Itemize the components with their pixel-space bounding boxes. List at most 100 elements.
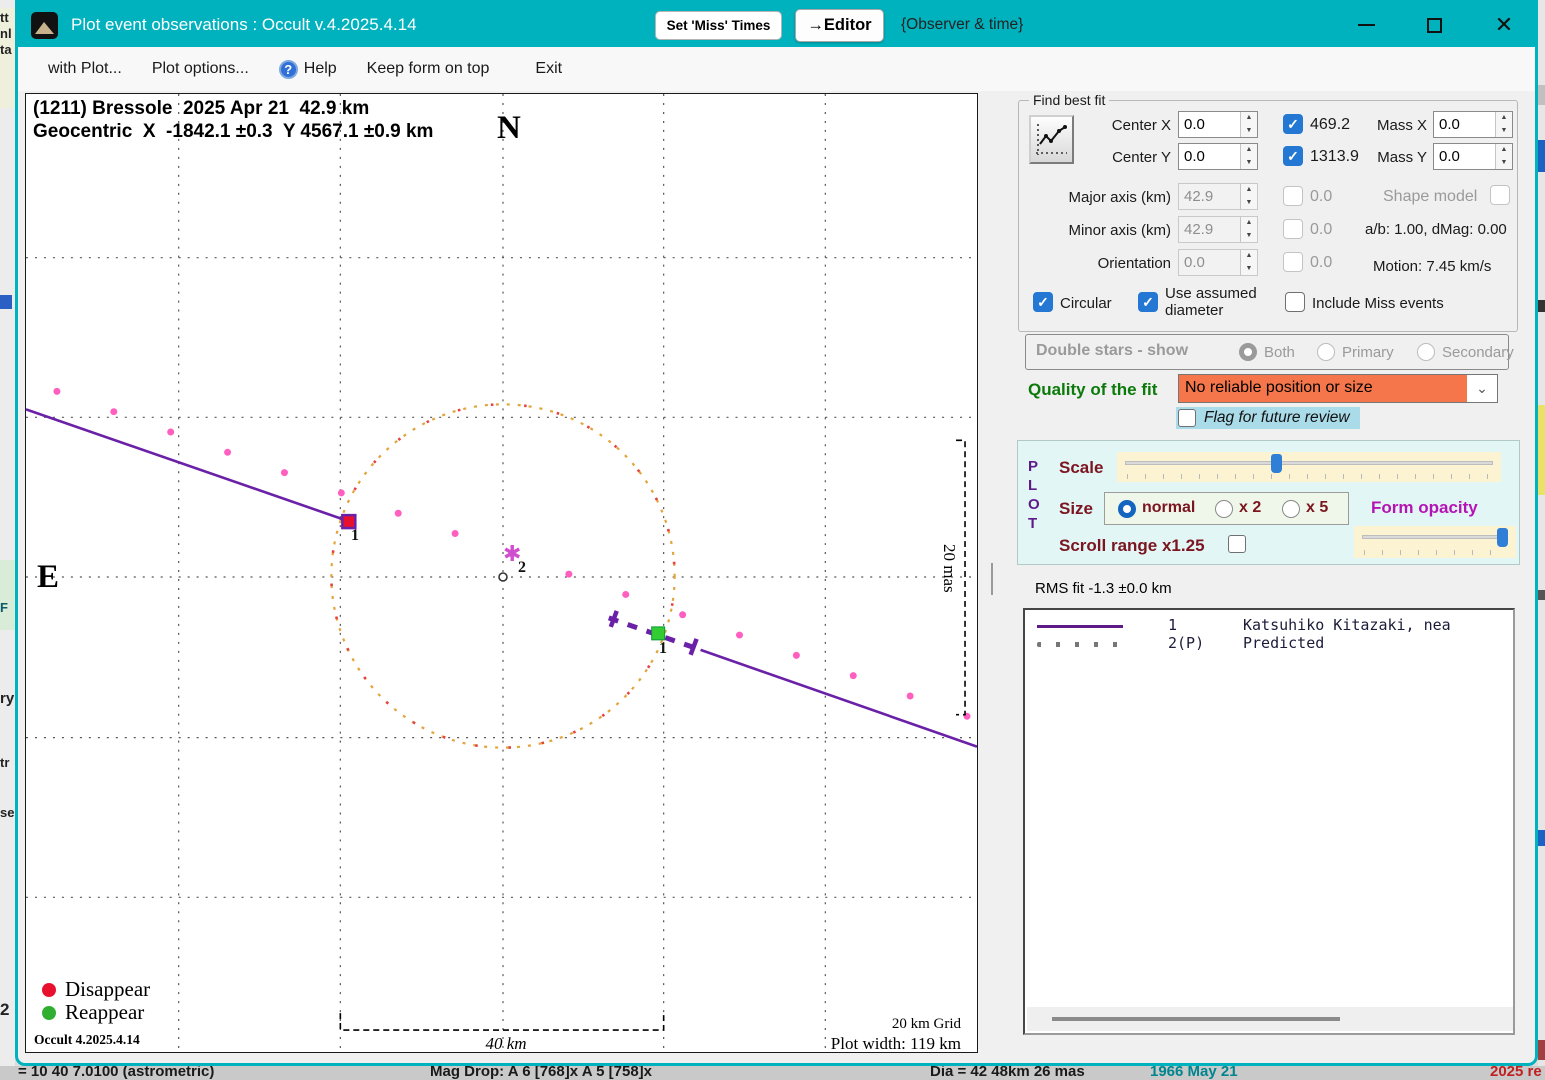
plot-width-label: Plot width: 119 km: [831, 1034, 961, 1054]
observation-number: 2(P): [1168, 634, 1204, 652]
center-x-value[interactable]: 0.0: [1179, 112, 1240, 137]
mass-y-input[interactable]: 0.0 ▲▼: [1433, 143, 1513, 170]
east-label: E: [37, 559, 59, 596]
minor-fit-value: 0.0: [1310, 221, 1332, 239]
center-x-label: Center X: [1081, 117, 1171, 134]
menu-help[interactable]: ? Help: [279, 60, 337, 79]
help-icon: ?: [279, 60, 298, 79]
minor-axis-value: 42.9: [1179, 217, 1240, 242]
circular-checkbox[interactable]: [1033, 292, 1053, 312]
center-y-spinner[interactable]: ▲▼: [1240, 144, 1257, 169]
menu-plot-options[interactable]: Plot options...: [152, 60, 249, 78]
scrollbar-thumb[interactable]: [1052, 1017, 1340, 1021]
disappear-dot-icon: [42, 983, 56, 997]
fit-y-value: 1313.9: [1310, 148, 1359, 166]
close-button[interactable]: ✕: [1481, 9, 1527, 41]
quality-dropdown[interactable]: No reliable position or size ⌄: [1178, 374, 1498, 403]
double-primary-radio[interactable]: [1317, 343, 1335, 361]
opacity-slider[interactable]: [1354, 526, 1516, 558]
size-normal-radio[interactable]: [1118, 500, 1136, 518]
scale-label: Scale: [1059, 458, 1103, 478]
bg-fragment: tr: [0, 755, 15, 770]
scroll-range-checkbox[interactable]: [1228, 535, 1246, 553]
grid-size-label: 20 km Grid: [892, 1016, 961, 1033]
mass-x-spinner[interactable]: ▲▼: [1495, 112, 1512, 137]
mass-x-input[interactable]: 0.0 ▲▼: [1433, 111, 1513, 138]
use-assumed-checkbox[interactable]: [1138, 292, 1158, 312]
scale-bar-label: 40 km: [446, 1034, 566, 1054]
mass-y-value[interactable]: 0.0: [1434, 144, 1495, 169]
bg-fragment: ta: [0, 42, 15, 57]
spin-up-icon[interactable]: ▲: [1496, 144, 1512, 157]
shape-model-label: Shape model: [1383, 188, 1477, 206]
scale-slider-thumb[interactable]: [1271, 454, 1282, 473]
center-y-value[interactable]: 0.0: [1179, 144, 1240, 169]
fit-x-checkbox[interactable]: [1283, 114, 1303, 134]
fit-y-checkbox[interactable]: [1283, 146, 1303, 166]
size-x2-radio[interactable]: [1215, 500, 1233, 518]
menu-exit[interactable]: Exit: [535, 60, 562, 78]
orientation-input: 0.0 ▲▼: [1178, 249, 1258, 276]
set-miss-times-button[interactable]: Set 'Miss' Times: [655, 11, 782, 40]
chevron-down-icon: ⌄: [1467, 375, 1497, 402]
horizontal-scrollbar[interactable]: [1027, 1007, 1513, 1031]
background-window-bottom: = 10 40 7.0100 (astrometric) Mag Drop: A…: [0, 1066, 1545, 1080]
plot-area[interactable]: (1211) Bressole 2025 Apr 21 42.9 km Geoc…: [25, 93, 978, 1053]
plot-controls-panel: P L O T Scale Size normal x 2 x 5 Form o…: [1017, 440, 1520, 565]
ab-dmag-label: a/b: 1.00, dMag: 0.00: [1365, 221, 1507, 238]
menu-with-plot[interactable]: with Plot...: [48, 60, 122, 78]
double-stars-group: Double stars - show Both Primary Seconda…: [1025, 334, 1509, 370]
minor-axis-input: 42.9 ▲▼: [1178, 216, 1258, 243]
spin-down-icon[interactable]: ▼: [1241, 157, 1257, 170]
major-axis-input: 42.9 ▲▼: [1178, 183, 1258, 210]
window-title: Plot event observations : Occult v.4.202…: [71, 15, 417, 35]
maximize-button[interactable]: [1411, 9, 1457, 41]
spin-up-icon[interactable]: ▲: [1496, 112, 1512, 125]
menu-keep-on-top[interactable]: Keep form on top: [367, 60, 490, 78]
double-stars-title: Double stars - show: [1036, 342, 1188, 360]
predicted-marker-label: 2: [518, 559, 526, 577]
opacity-slider-thumb[interactable]: [1497, 528, 1508, 547]
size-x2-label: x 2: [1239, 499, 1261, 517]
major-fit-checkbox[interactable]: [1283, 186, 1303, 206]
spin-up-icon[interactable]: ▲: [1241, 144, 1257, 157]
disappear-marker-label: 1: [351, 527, 359, 545]
size-x5-radio[interactable]: [1282, 500, 1300, 518]
spin-down-icon[interactable]: ▼: [1496, 157, 1512, 170]
north-label: N: [497, 110, 521, 147]
observation-row[interactable]: 1 Katsuhiko Kitazaki, nea: [1025, 616, 1513, 635]
include-miss-checkbox[interactable]: [1285, 292, 1305, 312]
splitter-handle[interactable]: [991, 563, 993, 595]
quality-value: No reliable position or size: [1179, 375, 1467, 402]
flag-review-checkbox[interactable]: [1178, 409, 1196, 427]
mass-x-value[interactable]: 0.0: [1434, 112, 1495, 137]
observations-list[interactable]: 1 Katsuhiko Kitazaki, nea 2(P) Predicted: [1023, 608, 1515, 1035]
center-x-input[interactable]: 0.0 ▲▼: [1178, 111, 1258, 138]
menu-bar: with Plot... Plot options... ? Help Keep…: [18, 47, 1535, 91]
occultation-chart: [26, 94, 977, 1052]
editor-button[interactable]: →Editor: [795, 9, 884, 42]
spin-down-icon[interactable]: ▼: [1241, 125, 1257, 138]
observation-row[interactable]: 2(P) Predicted: [1025, 634, 1513, 653]
minor-fit-checkbox[interactable]: [1283, 219, 1303, 239]
size-option-group: normal x 2 x 5: [1104, 492, 1349, 525]
shape-model-checkbox[interactable]: [1490, 185, 1510, 205]
double-secondary-radio[interactable]: [1417, 343, 1435, 361]
orientation-fit-checkbox[interactable]: [1283, 252, 1303, 272]
spin-up-icon[interactable]: ▲: [1241, 112, 1257, 125]
mass-y-spinner[interactable]: ▲▼: [1495, 144, 1512, 169]
bg-bottom-text: Dia = 42 48km 26 mas: [930, 1066, 1085, 1080]
double-both-radio[interactable]: [1239, 343, 1257, 361]
center-y-input[interactable]: 0.0 ▲▼: [1178, 143, 1258, 170]
scale-slider[interactable]: [1117, 452, 1501, 482]
app-icon: [31, 12, 58, 39]
center-x-spinner[interactable]: ▲▼: [1240, 112, 1257, 137]
mass-x-label: Mass X: [1371, 117, 1427, 134]
double-both-label: Both: [1264, 344, 1295, 361]
spin-down-icon[interactable]: ▼: [1496, 125, 1512, 138]
observer-time-label[interactable]: {Observer & time}: [901, 16, 1023, 34]
minimize-button[interactable]: [1343, 9, 1389, 41]
find-best-fit-button[interactable]: [1029, 115, 1074, 164]
center-y-label: Center Y: [1081, 149, 1171, 166]
use-assumed-label: Use assumed diameter: [1165, 285, 1275, 319]
